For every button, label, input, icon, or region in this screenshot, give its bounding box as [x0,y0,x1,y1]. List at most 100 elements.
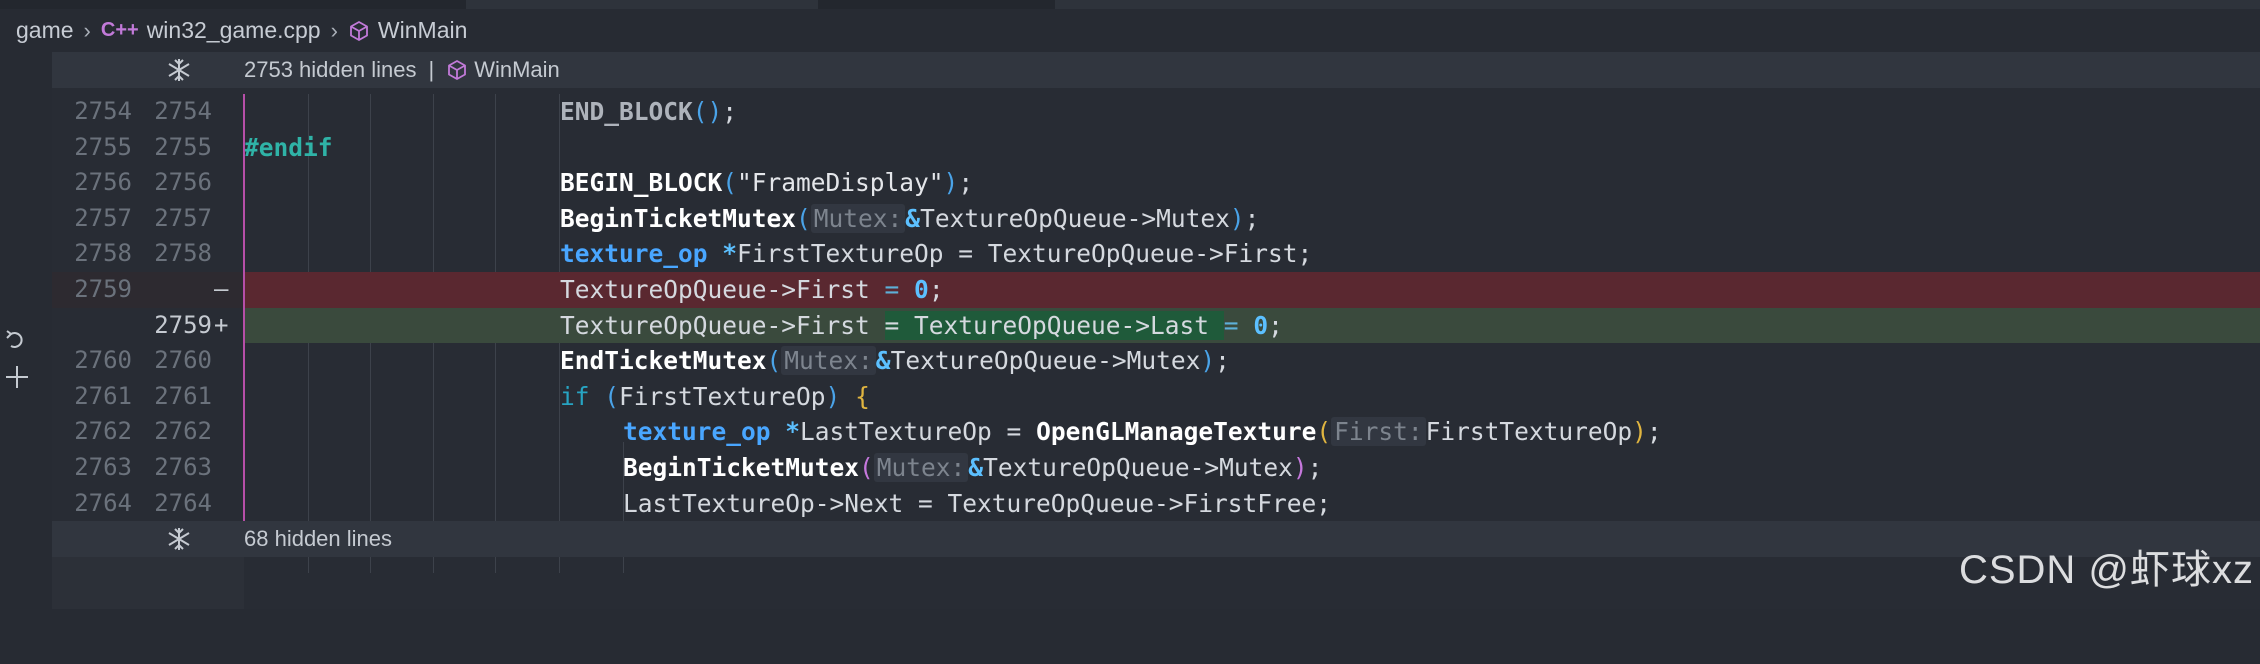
code-line[interactable]: 2762 2762 texture_op *LastTextureOp = Op… [52,414,2260,450]
chevron-right-icon: › [330,17,338,43]
code-token: ) [943,168,959,198]
new-line-number: 2755 [154,132,212,161]
tab-strip-segment [1055,0,2260,9]
code-line[interactable]: 2761 2761 if (FirstTextureOp) { [52,379,2260,415]
cube-icon [348,20,370,42]
code-token: LastTextureOp->Next = TextureOpQueue->Fi… [623,488,1332,518]
old-line-number: 2754 [74,97,132,125]
new-line-number: 2754 [154,97,212,125]
old-line-number: 2763 [74,453,132,481]
code-token: ; [958,168,974,198]
new-line-number: 2757 [154,203,212,232]
hidden-lines-symbol[interactable]: WinMain [446,57,560,83]
code-token: ; [722,97,738,126]
code-token: * [785,417,801,447]
breadcrumb-symbol[interactable]: WinMain [348,17,467,44]
chevron-right-icon: › [83,17,91,43]
code-line-added[interactable]: 2759 + TextureOpQueue->First = TextureOp… [52,307,2260,344]
hidden-lines-bar-bottom[interactable]: 68 hidden lines [52,521,2260,557]
code-token: FirstTextureOp = TextureOpQueue->First; [737,239,1313,269]
code-line-deleted[interactable]: 2759 — TextureOpQueue->First = 0; [52,272,2260,308]
code-token: ) [825,381,856,411]
code-line[interactable]: 2757 2757 BeginTicketMutex(Mutex: &Textur… [52,201,2260,237]
code-line[interactable]: 2758 2758 texture_op *FirstTextureOp = T… [52,236,2260,272]
code-token: TextureOpQueue->First [560,310,885,340]
gutter-bottom [52,557,244,609]
diff-added-marker: + [214,310,229,339]
new-line-number: 2761 [154,381,212,410]
change-indicator-bar [243,94,245,521]
inlay-hint: First: [1331,417,1426,447]
code-token: TextureOpQueue->Mutex [890,346,1201,376]
breadcrumb-folder[interactable]: game [16,17,74,44]
hidden-lines-separator: | [428,57,435,82]
diff-removed-marker: — [214,275,229,303]
code-token: TextureOpQueue->Mutex [983,453,1293,482]
breadcrumb-file-label: win32_game.cpp [146,17,321,43]
old-line-number: 2760 [74,346,132,375]
code-token: OpenGLManageTexture [1036,417,1317,447]
fold-icon[interactable] [166,526,192,552]
code-token: ( [766,346,782,376]
code-token: * [722,239,738,269]
hidden-lines-count[interactable]: 2753 hidden lines [244,57,416,83]
window-top-strip [0,0,2260,9]
code-line[interactable]: 2764 2764 LastTextureOp->Next = TextureO… [52,486,2260,522]
old-line-number: 2757 [74,203,132,232]
code-line[interactable]: 2755 2755 #endif [52,130,2260,166]
old-line-number: 2756 [74,168,132,197]
hidden-lines-count[interactable]: 68 hidden lines [244,526,392,552]
code-token: FirstTextureOp [1425,417,1633,447]
code-token: ; [928,275,944,304]
hidden-lines-bar-top[interactable]: 2753 hidden lines | WinMain [52,52,2260,88]
new-line-number: 2763 [154,453,212,481]
code-line[interactable]: 2756 2756 BEGIN_BLOCK("FrameDisplay"); [52,165,2260,201]
code-line[interactable]: 2754 2754 END_BLOCK(); [52,94,2260,130]
old-line-number: 2762 [74,417,132,446]
code-token: BeginTicketMutex [623,453,860,482]
breadcrumb: game › C++ win32_game.cpp › WinMain [0,9,2260,52]
code-token: & [968,453,984,482]
revert-icon[interactable] [5,328,27,358]
code-token: ) [707,97,723,126]
code-token: texture_op [623,417,771,447]
plus-icon[interactable] [4,364,30,394]
old-line-number: 2758 [74,239,132,268]
new-line-number: 2758 [154,239,212,268]
code-token: ; [1307,453,1323,482]
code-token: TextureOpQueue->Mutex [920,203,1230,233]
new-line-number: 2764 [154,488,212,517]
inlay-hint: Mutex: [810,203,906,233]
code-token: ) [1292,453,1308,482]
inserted-text: = TextureOpQueue->Last [884,310,1224,340]
code-token: LastTextureOp = [800,417,1037,447]
code-token: ( [796,203,811,233]
code-token: ( [692,97,708,126]
cpp-file-icon: C++ [100,19,139,41]
breadcrumb-symbol-label: WinMain [377,17,468,43]
code-token: BeginTicketMutex [560,203,797,233]
code-token: texture_op [560,239,708,269]
code-token: ; [1646,417,1662,447]
code-token: ( [722,168,738,198]
code-token: #endif [244,132,333,162]
code-token: END_BLOCK [560,97,693,126]
code-token: if [560,381,590,411]
code-token: "FrameDisplay" [737,168,944,198]
fold-icon[interactable] [166,57,192,83]
new-line-number: 2756 [154,168,212,197]
diff-editor[interactable]: 2753 hidden lines | WinMain 2754 2754 EN… [52,52,2260,609]
code-token: ; [1244,203,1260,233]
breadcrumb-file[interactable]: C++ win32_game.cpp [101,17,321,44]
code-token: & [905,203,921,233]
code-token: FirstTextureOp [619,381,826,411]
code-token: ; [1268,310,1283,340]
code-token: ) [1200,346,1216,376]
code-line[interactable]: 2763 2763 BeginTicketMutex(Mutex: &Textur… [52,450,2260,486]
code-line[interactable]: 2760 2760 EndTicketMutex(Mutex: &TextureO… [52,343,2260,379]
new-line-number: 2760 [154,346,212,375]
inlay-hint: Mutex: [873,453,969,482]
code-token: ) [1632,417,1647,447]
